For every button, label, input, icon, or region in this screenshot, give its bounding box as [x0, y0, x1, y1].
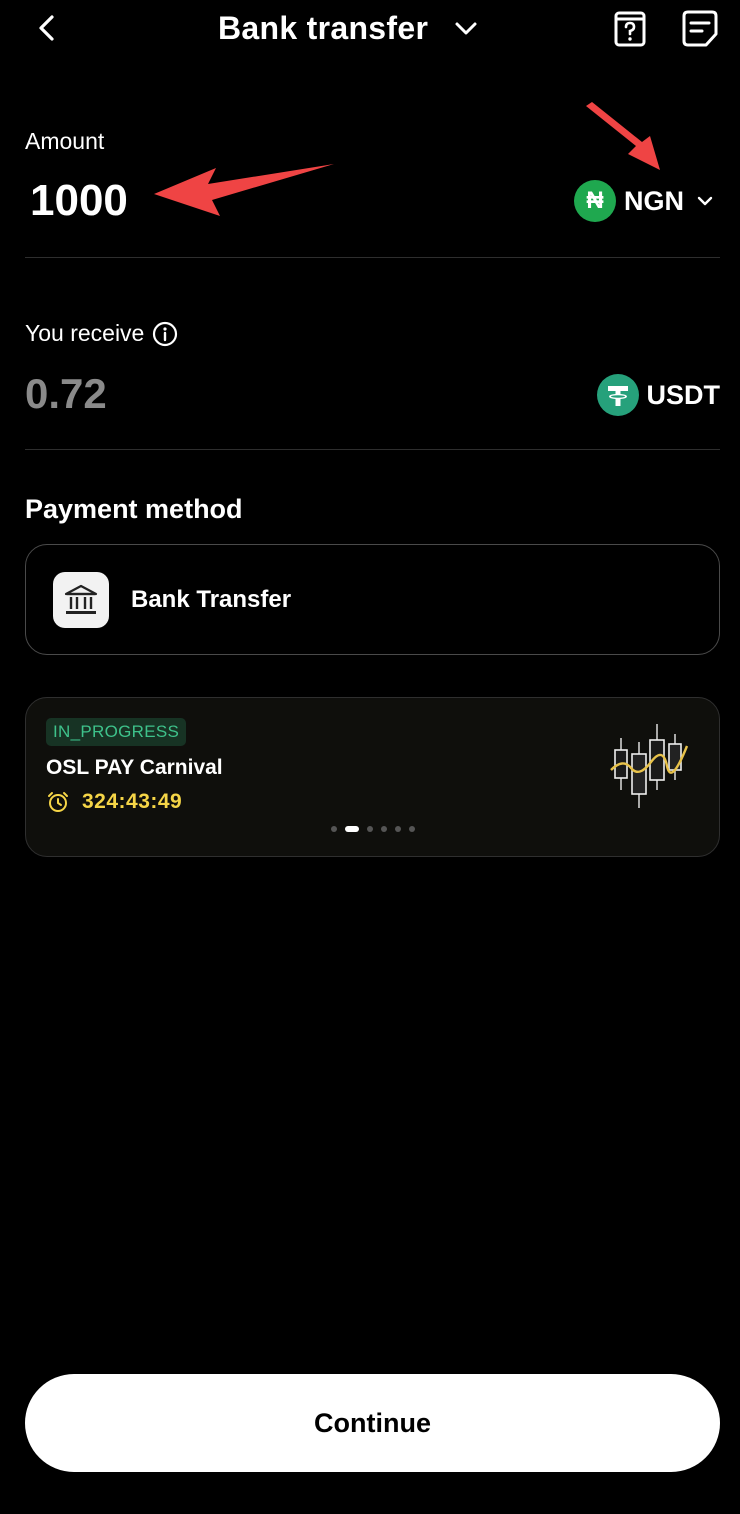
amount-label: Amount	[25, 128, 105, 154]
tether-coin-icon	[596, 374, 639, 416]
carousel-dot[interactable]	[409, 826, 415, 832]
promo-title: OSL PAY Carnival	[46, 756, 223, 779]
annotation-arrow-amount	[154, 164, 334, 216]
receive-label: You receive	[25, 320, 145, 346]
back-button[interactable]	[28, 8, 68, 48]
amount-input[interactable]: 1000	[30, 176, 128, 226]
receive-currency-code: USDT	[646, 379, 721, 410]
payment-method-card[interactable]: Bank Transfer	[25, 544, 720, 655]
divider	[25, 257, 720, 258]
chevron-down-icon	[455, 22, 477, 35]
annotation-arrow-currency	[586, 102, 660, 170]
bank-icon	[53, 571, 109, 628]
continue-button[interactable]: Continue	[25, 1374, 720, 1472]
carousel-dot[interactable]	[331, 826, 337, 832]
promo-banner[interactable]: IN_PROGRESS OSL PAY Carnival 324:43:49	[25, 697, 720, 857]
pay-currency-code: NGN	[624, 185, 684, 216]
carousel-dot[interactable]	[381, 826, 387, 832]
countdown-value: 324:43:49	[82, 790, 183, 813]
carousel-dot[interactable]	[395, 826, 401, 832]
carousel-indicator[interactable]	[331, 826, 423, 832]
receive-amount: 0.72	[25, 370, 107, 417]
bank-transfer-screen: Bank transfer Amount 1000 ₦ NGN You rece…	[0, 0, 740, 1514]
orders-button[interactable]	[680, 8, 720, 48]
payment-method-heading: Payment method	[25, 494, 243, 524]
candlestick-chart-icon	[610, 724, 689, 808]
page-title: Bank transfer	[218, 9, 429, 46]
countdown-timer: 324:43:49	[46, 790, 182, 814]
help-button[interactable]	[610, 8, 650, 48]
transfer-type-selector[interactable]: Bank transfer	[218, 8, 480, 48]
divider	[25, 449, 720, 450]
top-bar: Bank transfer	[0, 0, 740, 60]
payment-method-label: Bank Transfer	[131, 585, 292, 613]
receive-label-row: You receive	[25, 320, 178, 347]
chevron-left-icon	[39, 15, 54, 41]
chevron-down-icon	[697, 196, 713, 206]
info-icon[interactable]	[152, 321, 178, 347]
pay-currency-selector[interactable]: ₦ NGN	[574, 180, 716, 222]
carousel-dot[interactable]	[345, 826, 359, 832]
alarm-clock-icon	[48, 792, 68, 812]
orders-list-icon	[682, 10, 718, 47]
naira-coin-icon: ₦	[574, 180, 616, 222]
help-document-icon	[614, 11, 646, 47]
receive-currency: USDT	[596, 374, 721, 416]
status-badge: IN_PROGRESS	[46, 718, 187, 746]
carousel-dot[interactable]	[367, 826, 373, 832]
